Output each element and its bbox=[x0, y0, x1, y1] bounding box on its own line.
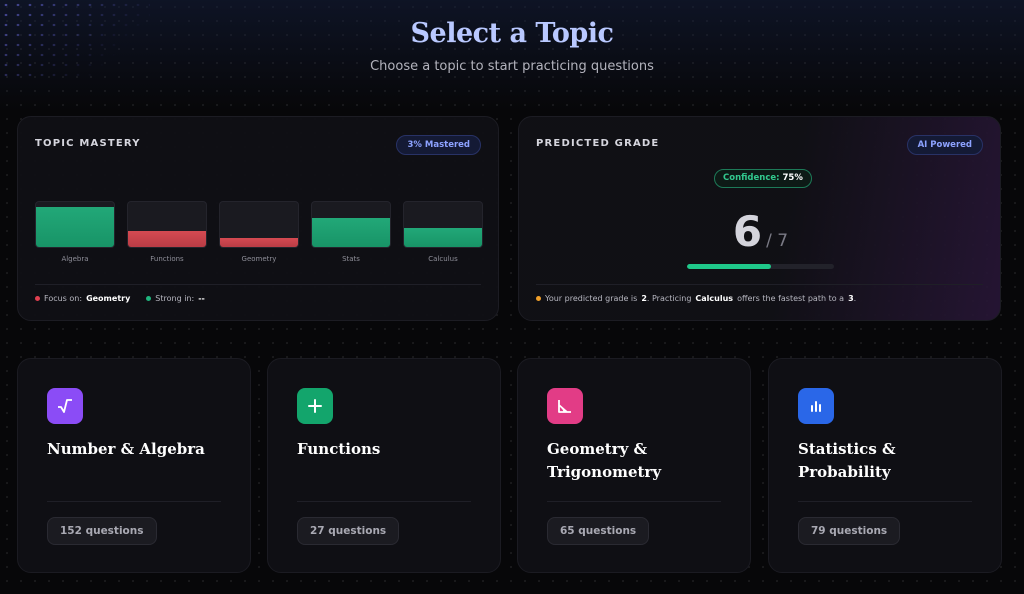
card-divider bbox=[798, 501, 972, 502]
panel-divider bbox=[536, 284, 983, 285]
focus-label: Focus on: bbox=[44, 294, 83, 303]
sqrt-icon bbox=[47, 388, 83, 424]
predicted-footer: Your predicted grade is 2. Practicing Ca… bbox=[536, 294, 856, 303]
topic-mastery-label: TOPIC MASTERY bbox=[35, 138, 141, 149]
mastery-bar-stats[interactable]: Stats bbox=[311, 201, 391, 263]
confidence-value: 75% bbox=[782, 173, 803, 183]
panel-divider bbox=[35, 284, 481, 285]
predicted-grade-label: PREDICTED GRADE bbox=[536, 138, 660, 149]
mastery-bar-label: Geometry bbox=[241, 255, 277, 263]
confidence-label: Confidence: bbox=[723, 173, 780, 183]
predicted-grade-panel: PREDICTED GRADE AI Powered Confidence: 7… bbox=[518, 116, 1001, 321]
card-title: Number & Algebra bbox=[47, 440, 205, 458]
topic-card-statistics-probability[interactable]: Statistics & Probability 79 questions bbox=[768, 358, 1002, 573]
page-title: Select a Topic bbox=[410, 18, 614, 49]
card-title: Statistics & Probability bbox=[798, 440, 896, 481]
card-title: Geometry & Trigonometry bbox=[547, 440, 662, 481]
confidence-badge: Confidence: 75% bbox=[714, 169, 812, 188]
grade-value: 6 bbox=[732, 207, 763, 256]
focus-value: Geometry bbox=[86, 294, 131, 303]
mastery-bars: Algebra Functions Geometry Stats Calculu… bbox=[35, 201, 483, 263]
strong-label: Strong in: bbox=[155, 294, 195, 303]
plus-icon bbox=[297, 388, 333, 424]
page-header: Select a Topic Choose a topic to start p… bbox=[0, 0, 1024, 74]
question-count: 79 questions bbox=[798, 517, 901, 545]
card-title: Functions bbox=[297, 440, 381, 458]
page-subtitle: Choose a topic to start practicing quest… bbox=[370, 59, 654, 74]
mastery-footer: Focus on: Geometry Strong in: -- bbox=[35, 294, 205, 303]
mastery-bar-label: Algebra bbox=[61, 255, 89, 263]
mastery-bar-fill bbox=[128, 231, 206, 247]
card-divider bbox=[297, 501, 471, 502]
mastery-bar-fill bbox=[312, 217, 390, 247]
mastery-bar-algebra[interactable]: Algebra bbox=[35, 201, 115, 263]
ai-powered-badge: AI Powered bbox=[906, 135, 983, 155]
grade-progress-fill bbox=[687, 264, 771, 269]
topic-card-number-algebra[interactable]: Number & Algebra 152 questions bbox=[17, 358, 251, 573]
mastery-bar-calculus[interactable]: Calculus bbox=[403, 201, 483, 263]
strong-value: -- bbox=[198, 294, 205, 303]
focus-dot-icon bbox=[35, 296, 40, 301]
bar-chart-icon bbox=[798, 388, 834, 424]
grade-max: / 7 bbox=[766, 231, 789, 251]
question-count: 27 questions bbox=[297, 517, 400, 545]
topic-card-functions[interactable]: Functions 27 questions bbox=[267, 358, 501, 573]
info-dot-icon bbox=[536, 296, 541, 301]
mastery-bar-functions[interactable]: Functions bbox=[127, 201, 207, 263]
angle-icon bbox=[547, 388, 583, 424]
mastery-bar-fill bbox=[220, 238, 298, 247]
mastery-bar-fill bbox=[404, 228, 482, 247]
mastery-bar-geometry[interactable]: Geometry bbox=[219, 201, 299, 263]
strong-dot-icon bbox=[146, 296, 152, 301]
mastery-bar-label: Functions bbox=[150, 255, 184, 263]
card-divider bbox=[547, 501, 721, 502]
predicted-grade: 6/ 7 bbox=[519, 207, 1002, 256]
mastery-bar-fill bbox=[36, 207, 114, 247]
topic-mastery-panel: TOPIC MASTERY 3% Mastered Algebra Functi… bbox=[17, 116, 499, 321]
question-count: 152 questions bbox=[47, 517, 157, 545]
topic-card-geometry-trigonometry[interactable]: Geometry & Trigonometry 65 questions bbox=[517, 358, 751, 573]
mastery-bar-label: Stats bbox=[342, 255, 360, 263]
grade-progress-bar bbox=[687, 264, 834, 269]
question-count: 65 questions bbox=[547, 517, 650, 545]
mastery-bar-label: Calculus bbox=[428, 255, 458, 263]
card-divider bbox=[47, 501, 221, 502]
mastered-badge: 3% Mastered bbox=[396, 135, 481, 155]
